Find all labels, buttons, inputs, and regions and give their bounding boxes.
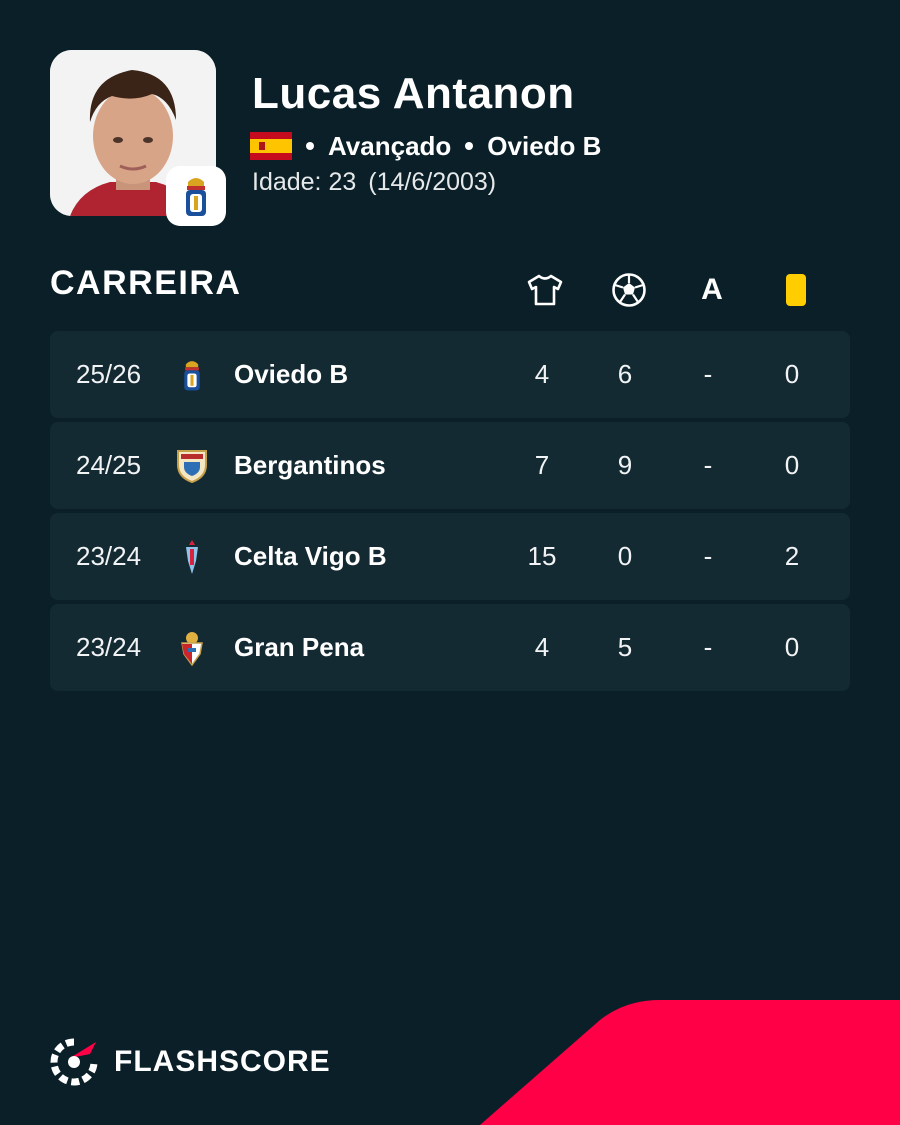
appearances: 7 xyxy=(534,450,550,480)
appearances: 4 xyxy=(534,359,550,389)
yellow-cards: 0 xyxy=(784,450,800,480)
club-name: Celta Vigo B xyxy=(234,541,387,571)
assists-header: A xyxy=(701,273,723,306)
table-row: 25/26 Oviedo B 4 6 - 0 xyxy=(50,331,850,418)
career-table: 25/26 Oviedo B 4 6 - 0 24/25 Bergantinos… xyxy=(50,331,850,695)
yellow-card-icon xyxy=(776,270,816,310)
bergantinos-crest-icon xyxy=(174,447,210,485)
goals: 0 xyxy=(617,541,633,571)
yellow-cards: 0 xyxy=(784,359,800,389)
season: 25/26 xyxy=(76,359,142,389)
club-badge xyxy=(166,166,226,226)
spain-flag-icon xyxy=(250,132,292,160)
birth-date: (14/6/2003) xyxy=(368,168,497,196)
season: 23/24 xyxy=(76,541,142,571)
club-name: Oviedo B xyxy=(234,359,349,389)
separator-dot xyxy=(306,142,314,150)
assists: - xyxy=(703,541,713,571)
season: 24/25 xyxy=(76,450,142,480)
goals: 5 xyxy=(617,632,633,662)
player-position: Avançado xyxy=(328,130,452,161)
separator-dot xyxy=(465,142,474,150)
shirt-icon xyxy=(525,270,565,310)
season: 23/24 xyxy=(76,632,142,662)
oviedo-crest-icon xyxy=(186,178,206,216)
yellow-cards: 2 xyxy=(784,541,800,571)
goals: 6 xyxy=(617,359,633,389)
player-age: Idade: 23 (14/6/2003) xyxy=(252,168,496,197)
table-row: 23/24 Celta Vigo B 15 0 - 2 xyxy=(50,513,850,600)
appearances: 4 xyxy=(534,632,550,662)
player-name: Lucas Antanon xyxy=(252,69,575,118)
club-name: Gran Pena xyxy=(234,632,365,662)
brand: FLASHSCORE xyxy=(50,1038,331,1086)
appearances: 15 xyxy=(527,541,557,571)
yellow-cards: 0 xyxy=(784,632,800,662)
goals: 9 xyxy=(617,450,633,480)
player-club: Oviedo B xyxy=(487,130,602,161)
ball-icon xyxy=(609,270,649,310)
club-name: Bergantinos xyxy=(234,450,386,480)
flashscore-logo-icon xyxy=(50,1038,98,1086)
celta-crest-icon xyxy=(174,538,210,576)
assists: - xyxy=(703,450,713,480)
career-title: CARREIRA xyxy=(50,264,242,302)
player-meta: Avançado Oviedo B xyxy=(250,128,601,164)
table-row: 24/25 Bergantinos 7 9 - 0 xyxy=(50,422,850,509)
table-row: 23/24 Gran Pena 4 5 - 0 xyxy=(50,604,850,691)
gran-pena-crest-icon xyxy=(174,629,210,667)
oviedo-crest-icon xyxy=(174,356,210,394)
assists: - xyxy=(703,359,713,389)
age-label: Idade: 23 xyxy=(252,168,357,196)
assists: - xyxy=(703,632,713,662)
brand-name: FLASHSCORE xyxy=(114,1045,331,1078)
